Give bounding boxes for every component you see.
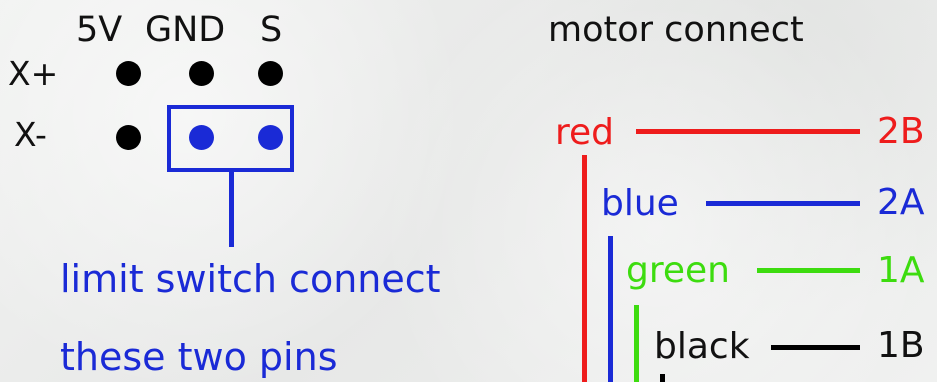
wire-label-blue: blue [601, 183, 679, 224]
wire-black-vertical [660, 374, 665, 382]
limit-switch-pointer-line [229, 171, 234, 247]
wire-green-horizontal [757, 268, 860, 273]
wire-label-red: red [555, 112, 615, 153]
wire-pin-1b: 1B [877, 325, 925, 366]
pin-x-plus-s [258, 61, 283, 86]
pin-x-minus-5v [116, 125, 141, 150]
wire-red-horizontal [636, 129, 860, 134]
pin-label-5v: 5V [76, 10, 123, 50]
wire-blue-horizontal [706, 201, 860, 206]
wire-pin-1a: 1A [877, 250, 925, 291]
wire-red-vertical [582, 155, 587, 382]
limit-switch-pins-box [167, 105, 294, 172]
wire-pin-2a: 2A [877, 182, 925, 223]
row-label-x-plus: X+ [8, 54, 59, 93]
wire-black-horizontal [771, 345, 860, 350]
row-label-x-minus: X- [14, 115, 47, 154]
wire-label-green: green [626, 250, 730, 291]
pin-x-plus-gnd [189, 61, 214, 86]
wire-green-vertical [634, 305, 639, 382]
paper-texture-background [0, 0, 937, 382]
pin-x-plus-5v [116, 61, 141, 86]
limit-switch-note-line1: limit switch connect [60, 257, 441, 301]
pin-label-gnd: GND [145, 10, 226, 50]
wire-blue-vertical [608, 236, 613, 382]
limit-switch-note-line2: these two pins [60, 335, 338, 379]
wire-label-black: black [654, 326, 750, 367]
pin-label-s: S [260, 10, 283, 50]
wire-pin-2b: 2B [877, 111, 925, 152]
motor-connect-title: motor connect [548, 10, 804, 50]
